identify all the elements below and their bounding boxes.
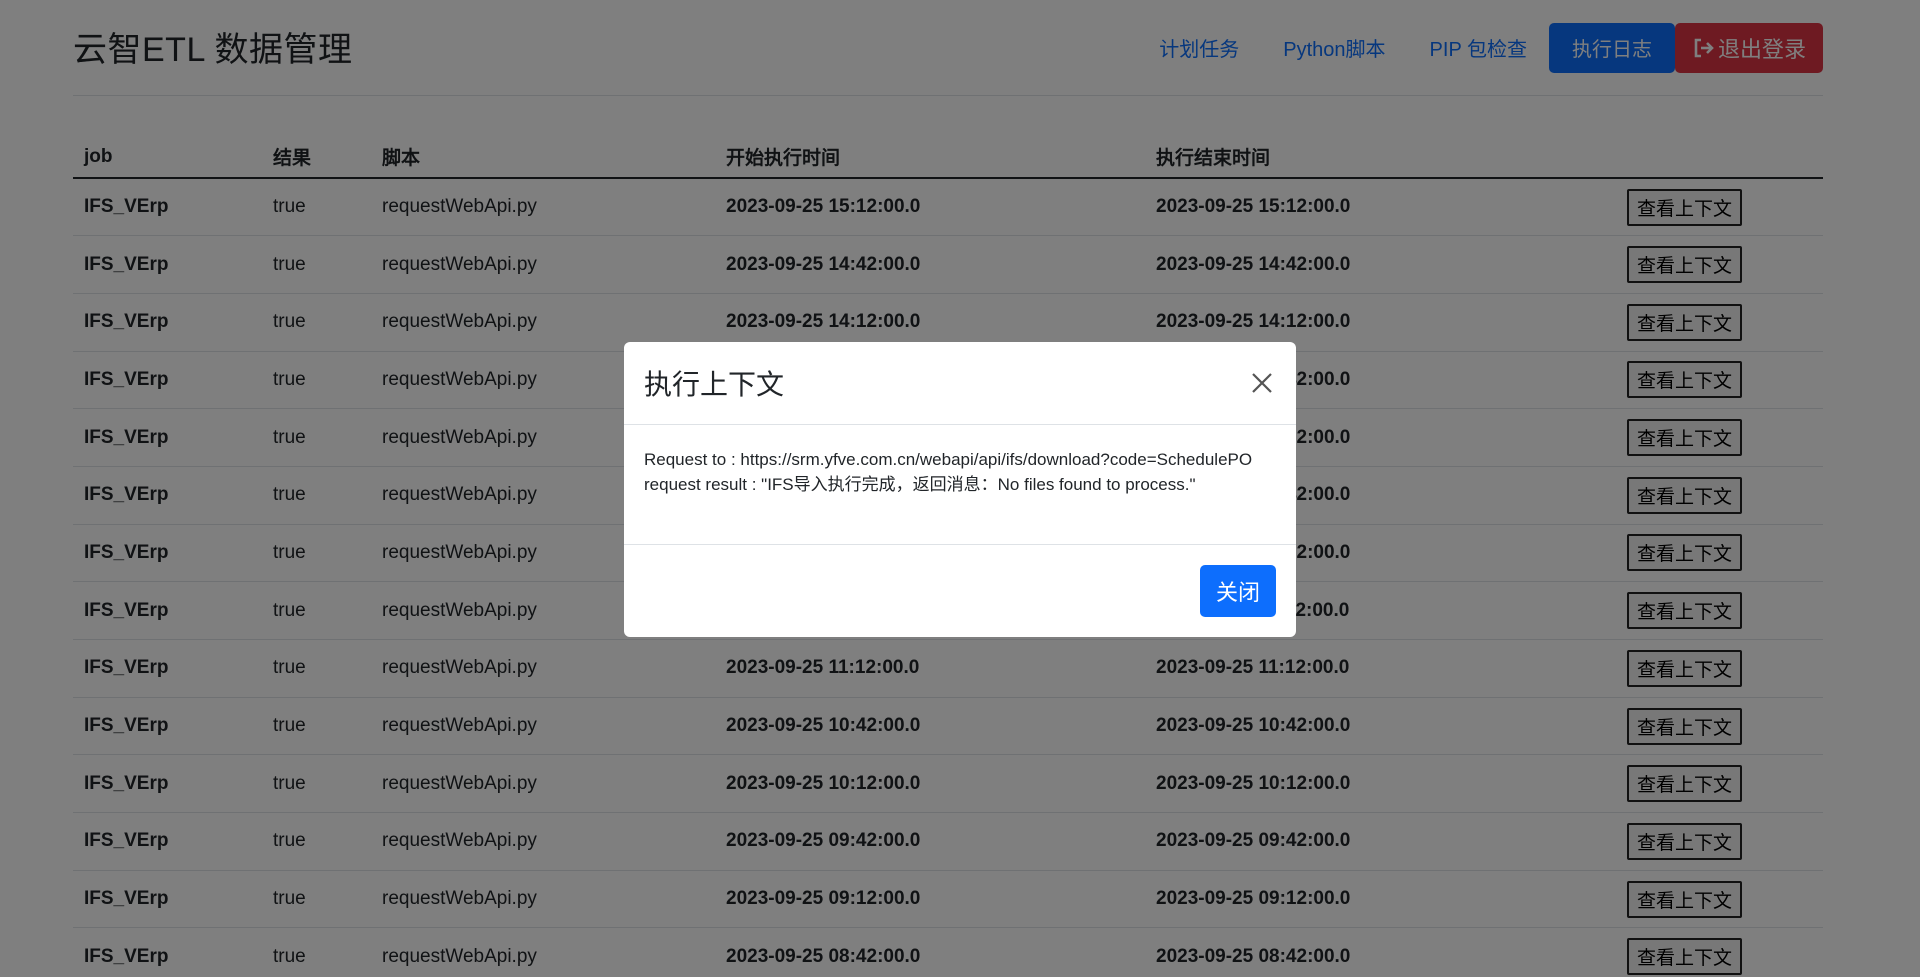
close-icon[interactable] (1248, 369, 1276, 397)
modal-title: 执行上下文 (644, 369, 785, 400)
modal-close-label: 关闭 (1215, 580, 1260, 605)
modal-footer: 关闭 (624, 545, 1296, 637)
modal-header: 执行上下文 (624, 342, 1296, 425)
context-modal: 执行上下文 Request to : https://srm.yfve.com.… (624, 342, 1296, 637)
modal-close-button[interactable]: 关闭 (1199, 565, 1276, 617)
modal-body-text: Request to : https://srm.yfve.com.cn/web… (624, 425, 1296, 545)
